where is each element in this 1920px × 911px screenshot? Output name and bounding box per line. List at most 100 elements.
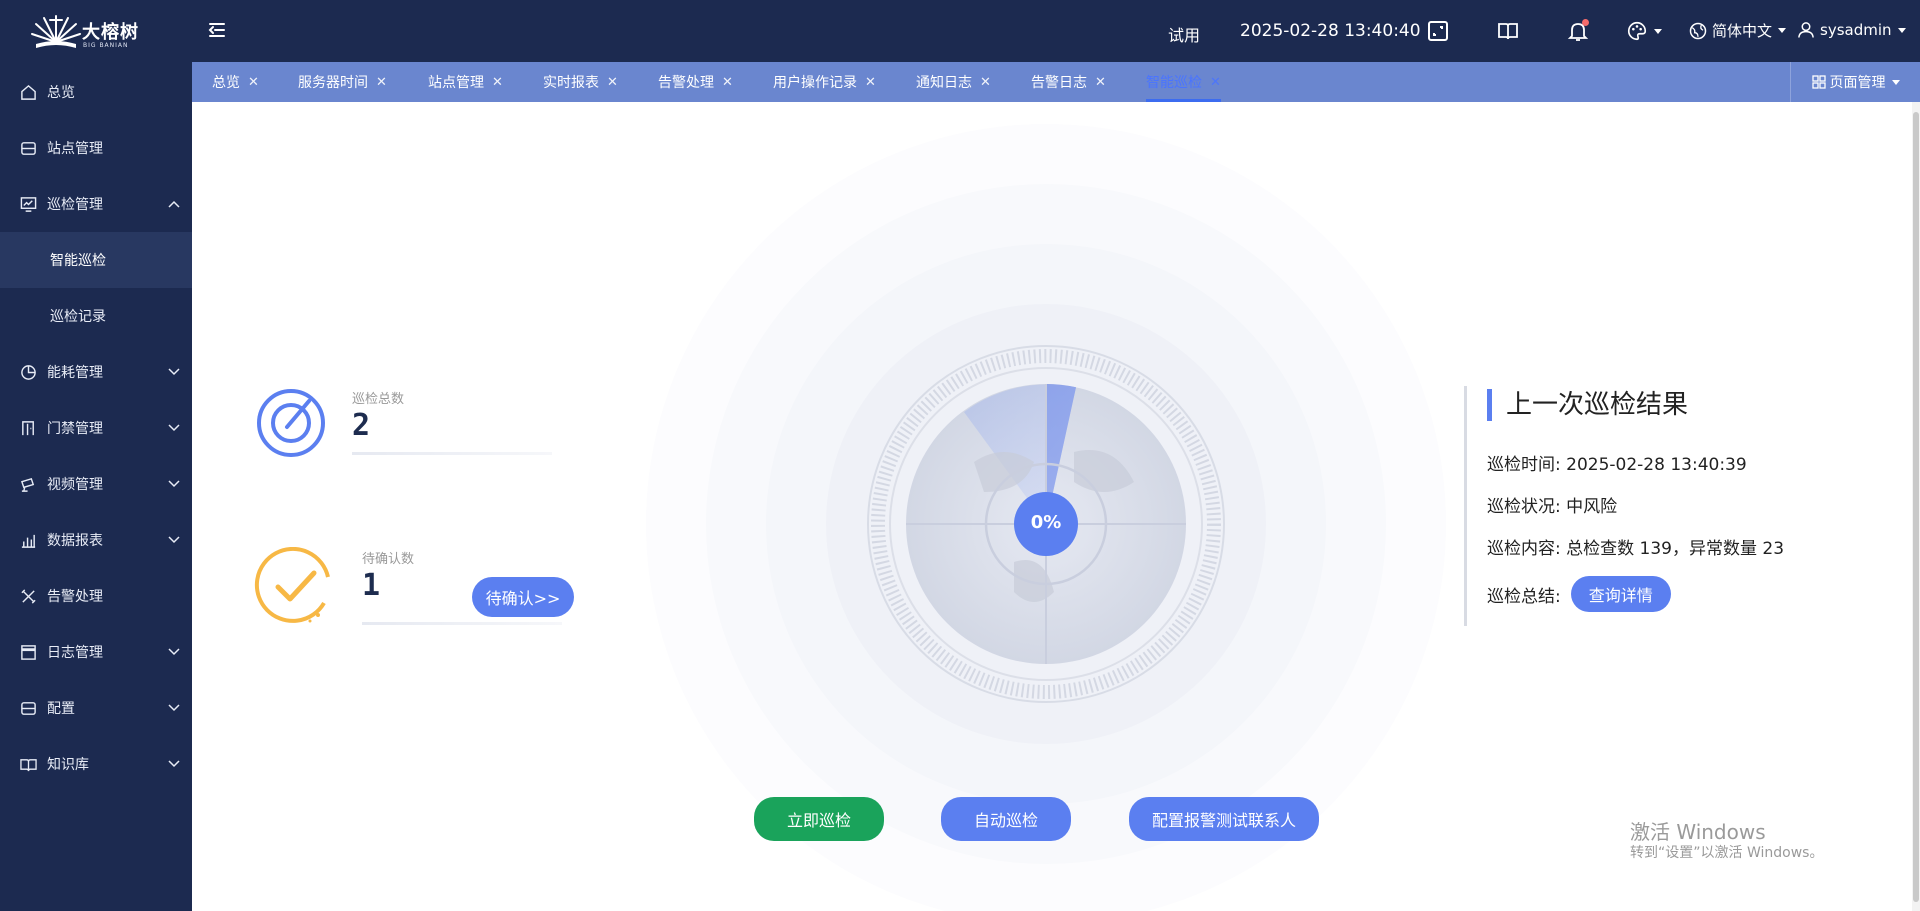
sidebar-item-alarm-handling[interactable]: 告警处理 — [0, 568, 192, 624]
inspection-status-row: 巡检状况: 中风险 — [1487, 492, 1617, 517]
tab-notification-log[interactable]: 通知日志 ✕ — [916, 62, 991, 102]
config-alarm-contact-button[interactable]: 配置报警测试联系人 — [1129, 797, 1319, 841]
logo: 大榕树 BIG BANIAN — [30, 8, 160, 54]
chevron-down-icon — [168, 536, 180, 544]
server-icon — [21, 141, 36, 155]
sidebar-subitem-label: 智能巡检 — [50, 253, 106, 269]
tab-user-operation-log[interactable]: 用户操作记录 ✕ — [773, 62, 876, 102]
pending-count-value: 1 — [362, 568, 383, 603]
chevron-down-icon — [168, 368, 180, 376]
sidebar-subitem-smart-inspection[interactable]: 智能巡检 — [0, 232, 192, 288]
username: sysadmin — [1820, 21, 1892, 39]
sidebar-item-site-management[interactable]: 站点管理 — [0, 120, 192, 176]
log-icon — [21, 644, 36, 660]
language-label: 简体中文 — [1712, 22, 1773, 40]
tab-overview[interactable]: 总览 ✕ — [212, 62, 259, 102]
activate-windows-hint: 转到“设置”以激活 Windows。 — [1630, 845, 1824, 861]
user-icon — [1798, 22, 1814, 38]
sidebar-subitem-inspection-records[interactable]: 巡检记录 — [0, 288, 192, 344]
chevron-down-icon — [1654, 28, 1662, 34]
menu-fold-icon[interactable] — [207, 20, 227, 40]
close-icon[interactable]: ✕ — [1095, 75, 1106, 90]
fullscreen-icon[interactable] — [1426, 19, 1450, 43]
brand-name: 大榕树 — [82, 22, 139, 43]
page-manager-label: 页面管理 — [1829, 75, 1886, 91]
sidebar-item-data-reports[interactable]: 数据报表 — [0, 512, 192, 568]
view-details-button[interactable]: 查询详情 — [1570, 576, 1671, 612]
close-icon[interactable]: ✕ — [607, 75, 618, 90]
tab-smart-inspection[interactable]: 智能巡检 ✕ — [1146, 62, 1221, 102]
total-inspections-label: 巡检总数 — [352, 392, 405, 407]
tab-realtime-reports[interactable]: 实时报表 ✕ — [543, 62, 618, 102]
tab-server-time[interactable]: 服务器时间 ✕ — [298, 62, 387, 102]
tab-label: 总览 — [212, 75, 240, 91]
palette-icon — [1628, 21, 1647, 41]
notification-dot — [1582, 19, 1589, 26]
config-icon — [21, 701, 36, 715]
pie-chart-icon — [21, 364, 36, 380]
start-inspection-button[interactable]: 立即巡检 — [754, 797, 884, 841]
inspection-time-row: 巡检时间: 2025-02-28 13:40:39 — [1487, 450, 1747, 475]
pending-confirm-button[interactable]: 待确认>> — [472, 577, 574, 617]
sidebar-item-video-management[interactable]: 视频管理 — [0, 456, 192, 512]
chevron-up-icon — [168, 200, 180, 208]
sidebar-item-energy-management[interactable]: 能耗管理 — [0, 344, 192, 400]
sidebar-item-knowledge-base[interactable]: 知识库 — [0, 736, 192, 792]
total-inspections-value: 2 — [352, 408, 373, 443]
notification-bell[interactable] — [1566, 19, 1590, 43]
close-icon[interactable]: ✕ — [865, 75, 876, 90]
sidebar: 总览 站点管理 巡检管理 智能巡检 巡检记录 能耗管理 门禁管理 视频管理 数据… — [0, 62, 192, 911]
sidebar-item-inspection-management[interactable]: 巡检管理 — [0, 176, 192, 232]
sidebar-item-overview[interactable]: 总览 — [0, 64, 192, 120]
brand-subtitle: BIG BANIAN — [83, 42, 129, 49]
inspection-time-value: 2025-02-28 13:40:39 — [1566, 455, 1747, 475]
chevron-down-icon — [168, 760, 180, 768]
globe-icon — [1689, 22, 1707, 39]
close-icon[interactable]: ✕ — [980, 75, 991, 90]
sidebar-item-label: 配置 — [47, 701, 75, 717]
result-title: 上一次巡检结果 — [1487, 389, 1688, 421]
radar-target-icon — [257, 389, 325, 457]
page-manager-button[interactable]: 页面管理 — [1790, 62, 1920, 102]
tab-site-management[interactable]: 站点管理 ✕ — [428, 62, 503, 102]
tab-alarm-log[interactable]: 告警日志 ✕ — [1031, 62, 1106, 102]
user-menu[interactable]: sysadmin — [1796, 20, 1906, 40]
close-icon[interactable]: ✕ — [376, 75, 387, 90]
inspection-summary-row: 巡检总结: 查询详情 — [1487, 576, 1671, 612]
last-inspection-result-panel: 上一次巡检结果 巡检时间: 2025-02-28 13:40:39 巡检状况: … — [1464, 386, 1794, 626]
tab-alarm-handling[interactable]: 告警处理 ✕ — [658, 62, 733, 102]
auto-inspection-button[interactable]: 自动巡检 — [941, 797, 1071, 841]
sidebar-item-label: 视频管理 — [47, 477, 103, 493]
inspection-content-value: 总检查数 139，异常数量 23 — [1566, 539, 1785, 559]
close-icon[interactable]: ✕ — [492, 75, 503, 90]
inspection-time-label: 巡检时间: — [1487, 455, 1561, 475]
chevron-down-icon — [1778, 28, 1787, 33]
language-selector[interactable]: 简体中文 — [1688, 20, 1787, 41]
close-icon[interactable]: ✕ — [722, 75, 733, 90]
tab-label: 站点管理 — [428, 75, 484, 91]
sidebar-item-label: 告警处理 — [47, 589, 103, 605]
book-open-icon[interactable] — [1496, 19, 1520, 43]
check-circle-icon — [254, 547, 330, 623]
theme-selector[interactable] — [1626, 19, 1666, 43]
home-icon — [21, 84, 36, 100]
tab-label: 通知日志 — [916, 75, 972, 91]
door-icon — [22, 420, 34, 435]
main-scrollbar[interactable] — [1912, 102, 1920, 911]
chevron-down-icon — [1891, 79, 1900, 85]
divider — [362, 622, 562, 625]
sidebar-item-access-control[interactable]: 门禁管理 — [0, 400, 192, 456]
sidebar-item-label: 数据报表 — [47, 533, 103, 549]
sidebar-item-configuration[interactable]: 配置 — [0, 680, 192, 736]
tab-label: 实时报表 — [543, 75, 599, 91]
scrollbar-thumb[interactable] — [1913, 112, 1919, 902]
tab-label: 服务器时间 — [298, 75, 368, 91]
sidebar-item-label: 日志管理 — [47, 645, 103, 661]
sidebar-item-label: 站点管理 — [47, 141, 103, 157]
chevron-down-icon — [168, 480, 180, 488]
inspection-status-label: 巡检状况: — [1487, 497, 1561, 517]
close-icon[interactable]: ✕ — [248, 75, 259, 90]
header-datetime: 2025-02-28 13:40:40 — [1240, 21, 1421, 41]
close-icon[interactable]: ✕ — [1210, 75, 1221, 90]
sidebar-item-log-management[interactable]: 日志管理 — [0, 624, 192, 680]
